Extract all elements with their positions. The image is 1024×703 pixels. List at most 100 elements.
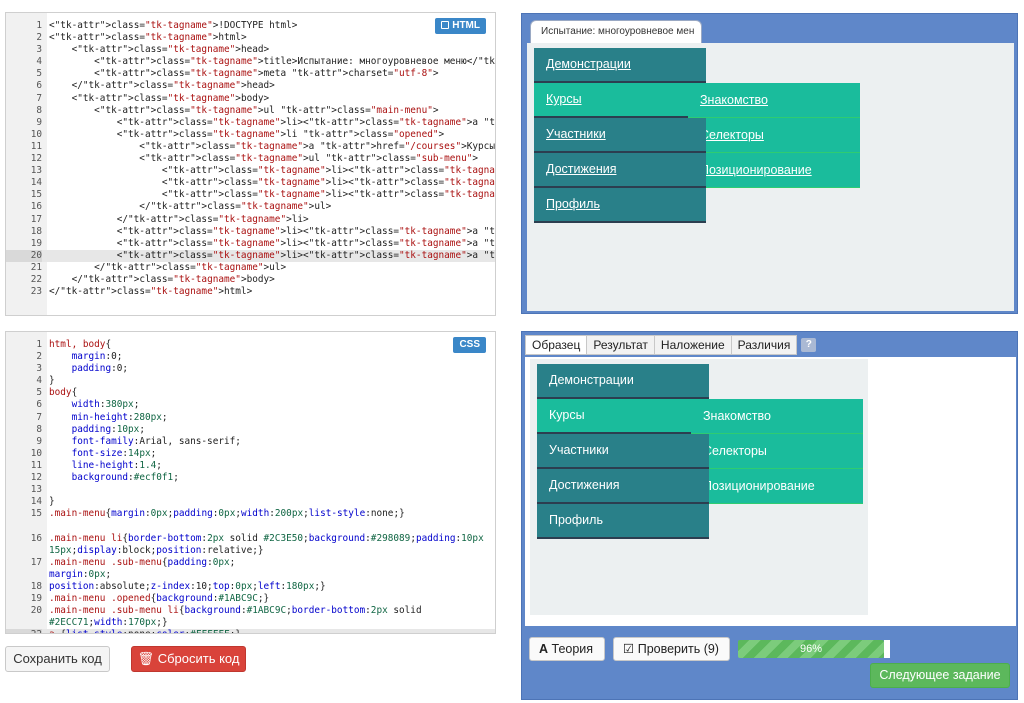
- tab-0[interactable]: Образец: [525, 335, 588, 355]
- menu-item[interactable]: Демонстрации: [534, 48, 706, 83]
- line-number: 9: [36, 435, 42, 447]
- css-code-lines[interactable]: 1 html, body{2 margin:0; 3 padding:0; 4} 5 bo…: [6, 339, 495, 633]
- code-line[interactable]: 5 body{: [6, 387, 495, 399]
- code-line[interactable]: 14}: [6, 496, 495, 508]
- code-line[interactable]: 13 <"tk-attr">class="tk-tagname">li><"tk…: [6, 165, 495, 177]
- code-line[interactable]: 11 line-height:1.4;: [6, 460, 495, 472]
- code-line[interactable]: 22 </"tk-attr">class="tk-tagname">body>: [6, 274, 495, 286]
- menu-item[interactable]: Достижения: [537, 469, 709, 504]
- code-line[interactable]: 15 <"tk-attr">class="tk-tagname">li><"tk…: [6, 189, 495, 201]
- code-text: margin:0px;: [49, 568, 112, 580]
- tab-3[interactable]: Различия: [730, 335, 798, 355]
- menu-item[interactable]: Курсы Знакомство Селекторы Позиционирование: [537, 399, 863, 504]
- sub-menu-link[interactable]: Знакомство: [688, 83, 860, 117]
- code-line[interactable]: 16 .main-menu li{border-bottom:2px solid …: [6, 533, 495, 557]
- menu-item-link[interactable]: Достижения: [534, 153, 706, 186]
- sub-menu-item[interactable]: Знакомство: [691, 399, 863, 434]
- theory-button[interactable]: A Теория: [529, 637, 605, 661]
- code-line[interactable]: 10 font-size:14px;: [6, 448, 495, 460]
- code-text: </"tk-attr">class="tk-tagname">ul>: [49, 201, 332, 213]
- sub-menu-link[interactable]: Селекторы: [688, 118, 860, 152]
- code-line[interactable]: 2 <"tk-attr">class="tk-tagname">html>: [6, 32, 495, 44]
- code-line[interactable]: 18 <"tk-attr">class="tk-tagname">li><"tk…: [6, 226, 495, 238]
- code-line[interactable]: 1 html, body{: [6, 339, 495, 351]
- menu-item[interactable]: Участники: [537, 434, 709, 469]
- menu-item-link[interactable]: Демонстрации: [534, 48, 706, 81]
- sub-menu-item[interactable]: Селекторы: [691, 434, 863, 469]
- save-code-button[interactable]: Сохранить код: [5, 646, 110, 672]
- code-line[interactable]: 5 <"tk-attr">class="tk-tagname">meta "tk…: [6, 68, 495, 80]
- code-line[interactable]: 2 margin:0;: [6, 351, 495, 363]
- next-task-button[interactable]: Следующее задание: [870, 663, 1010, 688]
- menu-item-link[interactable]: Демонстрации: [537, 364, 709, 397]
- menu-item[interactable]: Демонстрации: [537, 364, 709, 399]
- line-number: 17: [30, 213, 42, 225]
- code-line[interactable]: 18 position:absolute;z-index:10;top:0px;l…: [6, 581, 495, 593]
- code-line[interactable]: 17 .main-menu .sub-menu{padding:0px;: [6, 557, 495, 569]
- code-text: }: [49, 375, 55, 387]
- css-code-editor[interactable]: 1 html, body{2 margin:0; 3 padding:0; 4} 5 bo…: [5, 331, 496, 634]
- code-line[interactable]: 20 .main-menu .sub-menu li{background:#1A…: [6, 605, 495, 629]
- code-line[interactable]: 8 padding:10px;: [6, 424, 495, 436]
- code-line[interactable]: 8 <"tk-attr">class="tk-tagname">ul "tk-a…: [6, 105, 495, 117]
- code-line[interactable]: 23 </"tk-attr">class="tk-tagname">html>: [6, 286, 495, 298]
- sub-menu-item[interactable]: Позиционирование: [688, 153, 860, 188]
- html-code-editor[interactable]: 1 <"tk-attr">class="tk-tagname">!DOCTYPE …: [5, 12, 496, 316]
- sub-menu-item[interactable]: Селекторы: [688, 118, 860, 153]
- menu-item-link[interactable]: Достижения: [537, 469, 709, 502]
- tab-2[interactable]: Наложение: [653, 335, 732, 355]
- code-line[interactable]: 15 .main-menu{margin:0px;padding:0px;widt…: [6, 508, 495, 532]
- css-language-badge: CSS: [453, 337, 486, 353]
- line-number: 4: [36, 375, 42, 387]
- code-line[interactable]: 3 padding:0;: [6, 363, 495, 375]
- code-line[interactable]: 9 <"tk-attr">class="tk-tagname">li><"tk-…: [6, 117, 495, 129]
- sub-menu-item[interactable]: Знакомство: [688, 83, 860, 118]
- menu-item[interactable]: Профиль: [534, 188, 706, 223]
- code-line[interactable]: 11 <"tk-attr">class="tk-tagname">a "tk-a…: [6, 141, 495, 153]
- menu-item-link[interactable]: Курсы: [537, 399, 709, 432]
- code-line[interactable]: 13: [6, 484, 495, 496]
- menu-item-link[interactable]: Курсы: [534, 83, 706, 116]
- code-line[interactable]: 4}: [6, 375, 495, 387]
- code-line[interactable]: 7 <"tk-attr">class="tk-tagname">body>: [6, 93, 495, 105]
- code-line[interactable]: 12 <"tk-attr">class="tk-tagname">ul "tk-…: [6, 153, 495, 165]
- tab-1[interactable]: Результат: [586, 335, 655, 355]
- code-line[interactable]: 12 background:#ecf0f1;: [6, 472, 495, 484]
- sub-menu-link[interactable]: Позиционирование: [688, 153, 860, 187]
- menu-item[interactable]: Курсы Знакомство Селекторы Позиционирование: [534, 83, 860, 188]
- sub-menu-item[interactable]: Позиционирование: [691, 469, 863, 504]
- menu-item-link[interactable]: Участники: [537, 434, 709, 467]
- check-button[interactable]: ☑ Проверить (9): [613, 637, 730, 661]
- code-line[interactable]: 9 font-family:Arial, sans-serif;: [6, 436, 495, 448]
- menu-item-link[interactable]: Профиль: [534, 188, 706, 221]
- code-line[interactable]: 6 width:380px;: [6, 399, 495, 411]
- code-line[interactable]: 22 a {list-style:none;color:#FFFFFF;}: [6, 629, 495, 633]
- code-line[interactable]: 4 <"tk-attr">class="tk-tagname">title>Ис…: [6, 56, 495, 68]
- code-line[interactable]: 7 min-height:280px;: [6, 412, 495, 424]
- menu-item[interactable]: Профиль: [537, 504, 709, 539]
- line-number: 5: [36, 68, 42, 80]
- code-line[interactable]: 1 <"tk-attr">class="tk-tagname">!DOCTYPE …: [6, 20, 495, 32]
- sub-menu-link[interactable]: Позиционирование: [691, 469, 863, 503]
- code-line[interactable]: 10 <"tk-attr">class="tk-tagname">li "tk-…: [6, 129, 495, 141]
- code-line[interactable]: 19 .main-menu .opened{background:#1ABC9C;…: [6, 593, 495, 605]
- preview-title-tab[interactable]: Испытание: многоуровневое мен: [530, 20, 702, 44]
- code-line[interactable]: margin:0px;: [6, 569, 495, 581]
- menu-item-link[interactable]: Профиль: [537, 504, 709, 537]
- code-line[interactable]: 21 </"tk-attr">class="tk-tagname">ul>: [6, 262, 495, 274]
- code-line[interactable]: 14 <"tk-attr">class="tk-tagname">li><"tk…: [6, 177, 495, 189]
- code-line[interactable]: 17 </"tk-attr">class="tk-tagname">li>: [6, 214, 495, 226]
- code-line[interactable]: 20 <"tk-attr">class="tk-tagname">li><"tk…: [6, 249, 495, 262]
- reset-code-button[interactable]: 🗑 Сбросить код: [131, 646, 246, 672]
- menu-item-link[interactable]: Участники: [534, 118, 706, 151]
- code-line[interactable]: 3 <"tk-attr">class="tk-tagname">head>: [6, 44, 495, 56]
- menu-item[interactable]: Участники: [534, 118, 706, 153]
- sub-menu-link[interactable]: Селекторы: [691, 434, 863, 468]
- code-line[interactable]: 19 <"tk-attr">class="tk-tagname">li><"tk…: [6, 238, 495, 250]
- code-line[interactable]: 6 </"tk-attr">class="tk-tagname">head>: [6, 80, 495, 92]
- help-icon[interactable]: ?: [801, 338, 817, 352]
- sub-menu-link[interactable]: Знакомство: [691, 399, 863, 433]
- code-line[interactable]: 16 </"tk-attr">class="tk-tagname">ul>: [6, 201, 495, 213]
- html-code-lines[interactable]: 1 <"tk-attr">class="tk-tagname">!DOCTYPE …: [6, 20, 495, 298]
- menu-item[interactable]: Достижения: [534, 153, 706, 188]
